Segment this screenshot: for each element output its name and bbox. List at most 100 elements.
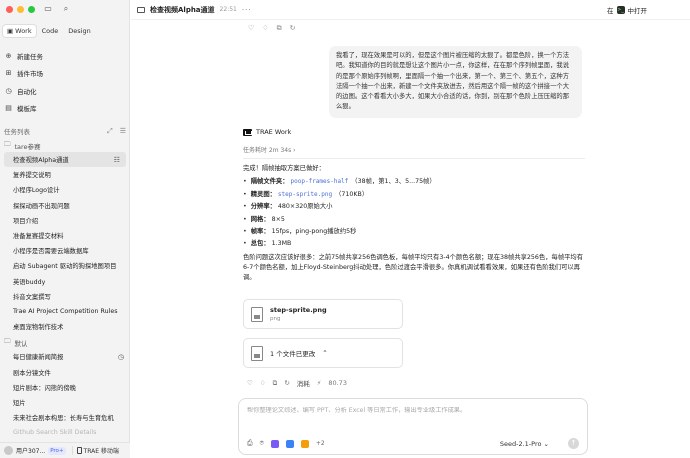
task-item[interactable]: 英语buddy — [0, 274, 130, 289]
sidebar-item-automation[interactable]: ◷ 自动化 — [0, 82, 130, 100]
sidebar-nav: ⊕ 新建任务 ⊞ 插件市场 ◷ 自动化 ▤ 模板库 — [0, 47, 130, 117]
mention-icon[interactable]: ⌾ — [260, 439, 264, 448]
task-list: 🗀 tare参赛 检查视频Alpha通道 ☷ 复养提交说明 小程序Logo设计 … — [0, 139, 130, 440]
file-changes-card[interactable]: 1 个文件已更改 ⌃ — [243, 338, 403, 368]
task-item[interactable]: 抖音文案撰写 — [0, 289, 130, 304]
file-name: step-sprite.png — [270, 306, 327, 314]
user-bar: 用户307... Pro+ TRAE 移动端 — [0, 442, 130, 458]
composer: ⎙ ⌾ +2 Seed-2.1-Pro ⌄ ↑ — [238, 398, 588, 455]
close-window-button[interactable] — [6, 6, 13, 13]
list-detail-icon[interactable]: ☷ — [114, 156, 120, 164]
cost-value: 80.73 — [328, 379, 347, 387]
task-item[interactable]: 未来社会剧本构思：长寿与生育危机 — [0, 410, 130, 425]
chevron-updown-icon: ⌃ — [322, 349, 328, 357]
task-list-header: 任务列表 ⤢ ☰ — [4, 126, 126, 137]
task-item[interactable]: 桌面宠物制作技术 — [0, 319, 130, 334]
agent-message: 完成！隔帧抽取方案已做好： 隔帧文件夹：poop-frames-half（38帧… — [243, 164, 589, 284]
task-item[interactable]: 探探动画不出现问题 — [0, 198, 130, 213]
window-icon — [137, 6, 145, 13]
result-list: 隔帧文件夹：poop-frames-half（38帧，第1、3、5...75帧）… — [243, 176, 589, 250]
task-item[interactable]: 短片剧本：闪熊的傍晚 — [0, 380, 130, 395]
maximize-window-button[interactable] — [28, 6, 35, 13]
more-tools-count[interactable]: +2 — [316, 440, 325, 447]
folder-default[interactable]: 🗀 默认 — [0, 336, 130, 349]
document-icon — [251, 345, 263, 361]
list-item: 帧率：15fps，ping-pong播放约5秒 — [243, 226, 589, 238]
new-task-icon: ⊕ — [5, 51, 12, 60]
plan-badge: Pro+ — [48, 446, 66, 455]
task-item[interactable]: Github Search Skill Details — [0, 425, 130, 440]
agent-name: TRAE Work — [256, 128, 292, 136]
task-item[interactable]: 启动 Subagent 驱动的狗探地图项目 — [0, 258, 130, 273]
task-item[interactable]: 复养提交说明 — [0, 167, 130, 182]
copy-icon[interactable]: ⧉ — [277, 24, 282, 33]
tab-code[interactable]: Code — [38, 25, 63, 37]
task-item[interactable]: 小程序是否需要云端数据库 — [0, 243, 130, 258]
folder-icon: 🗀 — [4, 140, 11, 148]
user-message: 我看了，现在效果是可以的，但是这个图片被压缩的太狠了。都是色阶，换一个方法吧。我… — [329, 46, 582, 118]
sidebar: ▭ ⌕ ▣ Work Code Design ⊕ 新建任务 ⊞ 插件市场 ◷ 自… — [0, 0, 130, 458]
retry-icon[interactable]: ↻ — [284, 379, 289, 387]
open-in-terminal-button[interactable]: 在 >_ 中打开 — [607, 5, 647, 15]
trae-logo-icon — [243, 128, 252, 136]
sidebar-item-new-task[interactable]: ⊕ 新建任务 — [0, 47, 130, 65]
prompt-input[interactable] — [247, 407, 577, 414]
terminal-icon: >_ — [616, 6, 625, 14]
task-item[interactable]: Trae AI Project Competition Rules — [0, 304, 130, 319]
skill-icon[interactable] — [270, 439, 279, 448]
composer-tools: ⎙ ⌾ +2 — [247, 439, 325, 448]
schedule-clock-icon: ◷ — [117, 352, 124, 361]
previous-message-actions: ♡ ♢ ⧉ ↻ — [248, 24, 295, 33]
connector-icon[interactable] — [300, 439, 309, 448]
tab-work[interactable]: ▣ Work — [3, 25, 36, 37]
magic-wand-icon[interactable]: ⤢ — [107, 127, 113, 136]
agent-header: TRAE Work — [243, 128, 291, 136]
task-item[interactable]: 短片 — [0, 395, 130, 410]
sidebar-item-template-library[interactable]: ▤ 模板库 — [0, 100, 130, 118]
mobile-app-button[interactable]: TRAE 移动端 — [71, 446, 119, 455]
chevron-down-icon: ⌄ — [543, 440, 549, 448]
avatar[interactable] — [4, 446, 13, 455]
tab-design[interactable]: Design — [64, 25, 94, 37]
thumbs-down-icon[interactable]: ♢ — [260, 379, 266, 387]
list-item: 网格：8×5 — [243, 213, 589, 225]
task-elapsed[interactable]: 任务耗时 2m 34s › — [243, 145, 585, 159]
task-item[interactable]: 剧本分镜文件 — [0, 364, 130, 379]
attach-icon[interactable]: ⎙ — [247, 439, 253, 448]
template-icon: ▤ — [5, 104, 12, 113]
agent-intro: 完成！隔帧抽取方案已做好： — [243, 165, 325, 172]
copy-icon[interactable]: ⧉ — [273, 379, 278, 388]
more-icon[interactable]: ··· — [242, 6, 252, 14]
task-item-active[interactable]: 检查视频Alpha通道 ☷ — [4, 152, 126, 168]
list-item: 隔帧文件夹：poop-frames-half（38帧，第1、3、5...75帧） — [243, 176, 589, 188]
file-attachment-card[interactable]: step-sprite.png png — [243, 299, 403, 329]
task-item[interactable]: 准备复赛提交材料 — [0, 228, 130, 243]
tool-icon[interactable] — [285, 439, 294, 448]
retry-icon[interactable]: ↻ — [290, 24, 296, 33]
model-selector[interactable]: Seed-2.1-Pro ⌄ — [500, 440, 549, 448]
thumbs-up-icon[interactable]: ♡ — [247, 379, 253, 387]
window-controls — [6, 6, 35, 13]
user-name[interactable]: 用户307... — [16, 446, 45, 455]
title-bar: 检查视频Alpha通道 22:51 ··· 在 >_ 中打开 — [131, 0, 690, 20]
folder-icon: 🗀 — [4, 337, 11, 346]
folder-tare[interactable]: 🗀 tare参赛 — [0, 139, 130, 152]
sidebar-item-plugin-market[interactable]: ⊞ 插件市场 — [0, 65, 130, 83]
work-icon: ▣ — [7, 27, 14, 35]
task-item[interactable]: 每日健康新闻简报 ◷ — [0, 349, 130, 364]
main-panel: 检查视频Alpha通道 22:51 ··· 在 >_ 中打开 ♡ ♢ ⧉ ↻ 我… — [131, 0, 690, 458]
mode-tabs: ▣ Work Code Design — [3, 25, 95, 37]
task-item[interactable]: 项目介绍 — [0, 213, 130, 228]
cost-label: 消耗 — [296, 380, 310, 388]
filter-icon[interactable]: ☰ — [120, 127, 126, 136]
automation-icon: ◷ — [5, 86, 12, 95]
thumbs-up-icon[interactable]: ♡ — [248, 24, 254, 33]
plugin-icon: ⊞ — [5, 69, 12, 78]
minimize-window-button[interactable] — [17, 6, 24, 13]
search-icon[interactable]: ⌕ — [60, 4, 72, 14]
thumbs-down-icon[interactable]: ♢ — [262, 24, 268, 33]
list-item: 精灵图：step-sprite.png（710KB） — [243, 189, 589, 201]
task-item[interactable]: 小程序Logo设计 — [0, 182, 130, 197]
sidebar-toggle-icon[interactable]: ▭ — [42, 4, 54, 14]
send-button[interactable]: ↑ — [568, 438, 579, 449]
